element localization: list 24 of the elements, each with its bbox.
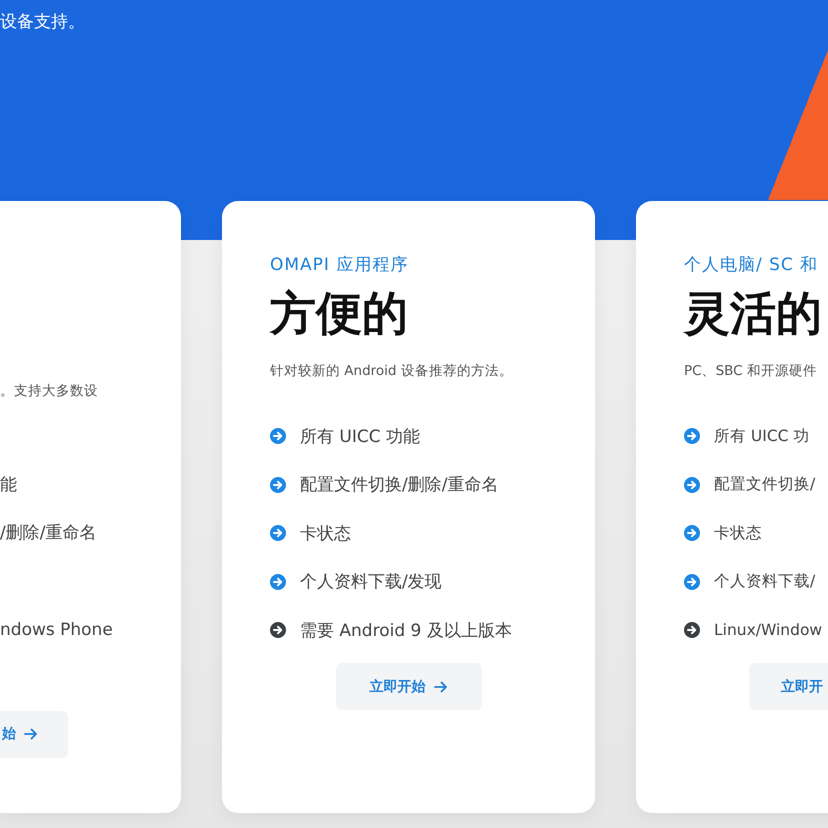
feature-text: 卡状态	[714, 522, 762, 544]
feature-text: 配置文件切换/	[714, 474, 816, 495]
feature-text: 卡状态	[300, 522, 351, 544]
feature-text: ndows Phone	[0, 620, 113, 640]
feature-text: 个人资料下载/发现	[300, 571, 442, 593]
feature-text: 配置文件切换/删除/重命名	[300, 474, 498, 496]
card-description: PC、SBC 和开源硬件	[684, 362, 817, 381]
feature-text: 需要 Android 9 及以上版本	[300, 620, 512, 642]
hero-text: 设备支持。	[0, 11, 85, 34]
start-button[interactable]: 立即开	[749, 663, 828, 710]
card-title: 方便的	[270, 285, 408, 342]
feature-text: 个人资料下载/	[714, 571, 816, 592]
feature-text: 所有 UICC 功	[714, 426, 810, 446]
feature-text: 能	[0, 474, 17, 496]
card-subtitle: OMAPI 应用程序	[270, 254, 408, 277]
feature-text: /删除/重命名	[0, 522, 96, 544]
card-title: 灵活的	[684, 285, 822, 342]
start-button[interactable]: 立即开始	[336, 663, 482, 710]
card-description: 。支持大多数设	[0, 382, 98, 401]
card-subtitle: 个人电脑/ SC 和	[684, 254, 818, 277]
feature-text: 所有 UICC 功能	[300, 426, 420, 448]
feature-text: Linux/Window	[714, 621, 822, 639]
start-button[interactable]: 始	[0, 710, 68, 758]
card-description: 针对较新的 Android 设备推荐的方法。	[270, 362, 513, 381]
